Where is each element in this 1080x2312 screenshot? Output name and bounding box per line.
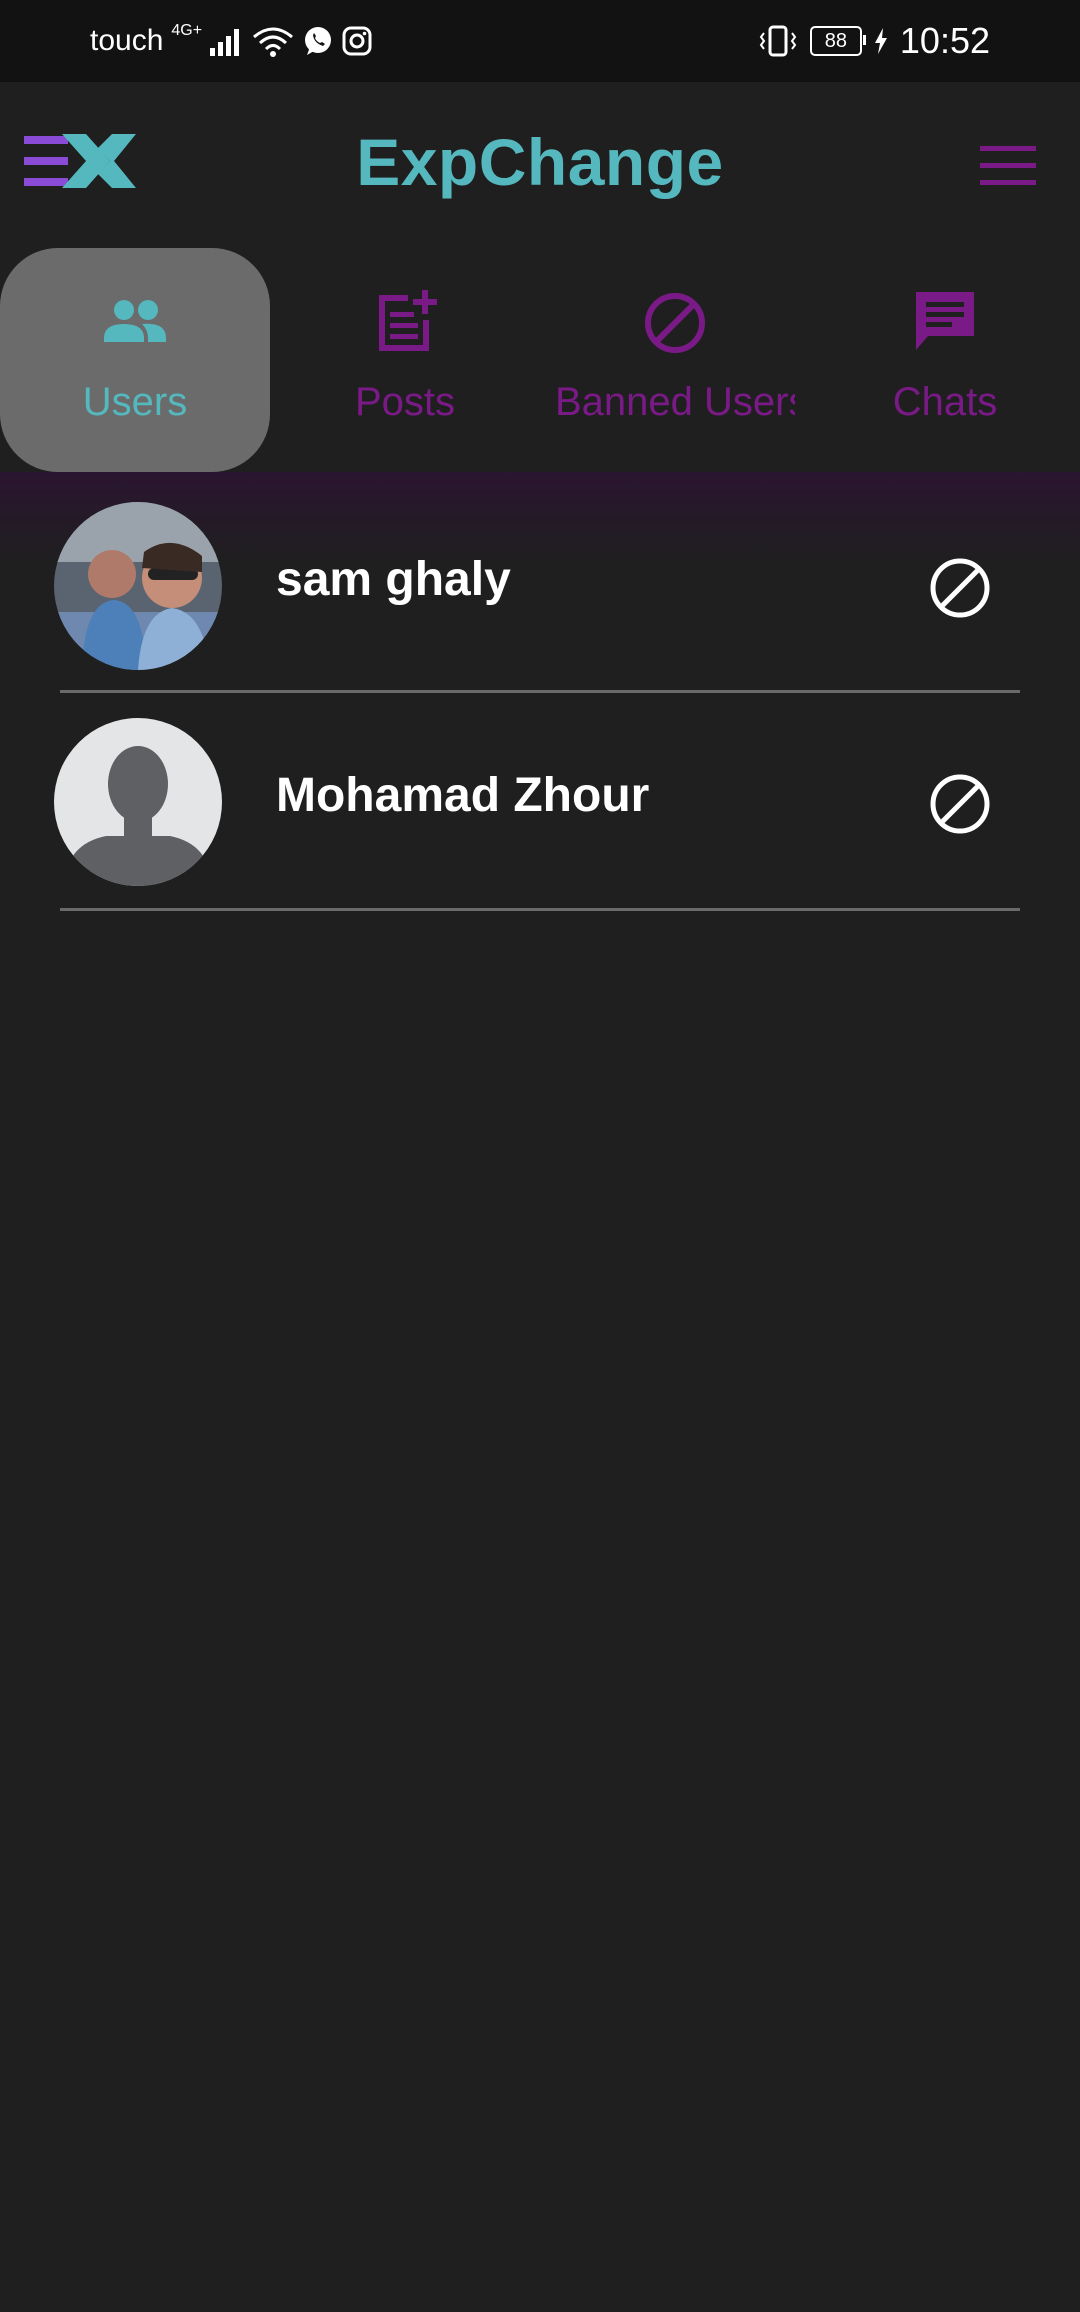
list-item[interactable]: Mohamad Zhour — [0, 688, 1080, 904]
whatsapp-icon — [305, 27, 332, 55]
list-divider — [60, 908, 1020, 911]
tab-users[interactable]: Users — [0, 248, 270, 472]
ban-user-button[interactable] — [928, 556, 992, 620]
photo-avatar-image — [54, 502, 222, 670]
hamburger-menu-icon[interactable] — [980, 144, 1036, 188]
tab-users-label: Users — [82, 380, 188, 424]
charging-icon — [874, 28, 887, 54]
users-icon — [104, 300, 166, 342]
clock: 10:52 — [899, 20, 990, 61]
list-item[interactable]: sam ghaly — [0, 472, 1080, 688]
user-avatar — [54, 502, 222, 670]
app-bar: ExpChange — [0, 82, 1080, 247]
instagram-icon — [342, 26, 372, 56]
default-avatar-icon — [54, 718, 222, 886]
tab-banned-users-label: Banned Users — [555, 380, 795, 424]
tab-chats[interactable]: Chats — [810, 248, 1080, 472]
battery-icon: 88 — [809, 26, 866, 56]
status-bar: touch 4G+ 88 10:52 — [0, 0, 1080, 82]
banned-icon — [645, 293, 705, 353]
wifi-icon — [253, 27, 294, 57]
vibrate-icon — [759, 25, 797, 57]
app-title: ExpChange — [356, 125, 724, 199]
tab-chats-label: Chats — [892, 380, 998, 424]
battery-level: 88 — [824, 29, 848, 52]
user-name: Mohamad Zhour — [276, 769, 650, 822]
signal-icon — [210, 29, 240, 56]
network-icon: 4G+ — [171, 22, 203, 39]
user-avatar — [54, 718, 222, 886]
status-left: touch 4G+ — [90, 0, 372, 82]
ban-user-button[interactable] — [928, 772, 992, 836]
tab-posts[interactable]: Posts — [270, 248, 540, 472]
chat-icon — [916, 292, 974, 350]
user-name: sam ghaly — [276, 553, 511, 606]
tab-posts-label: Posts — [354, 380, 456, 424]
post-add-icon — [379, 290, 437, 351]
carrier-label: touch — [90, 24, 164, 57]
tab-banned-users[interactable]: Banned Users — [540, 248, 810, 472]
tab-bar: Users Posts Banned Users Chats — [0, 248, 1080, 472]
status-right: 88 10:52 — [758, 0, 990, 82]
